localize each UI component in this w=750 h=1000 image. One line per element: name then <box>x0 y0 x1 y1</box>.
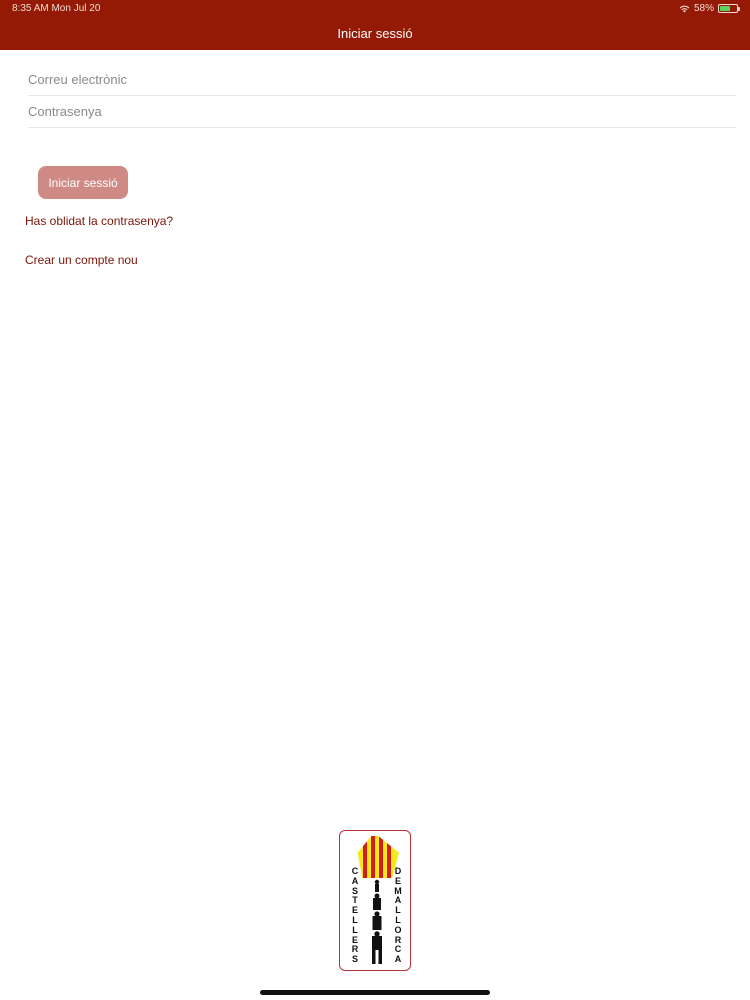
page-title: Iniciar sessió <box>337 26 413 41</box>
create-account-link[interactable]: Crear un compte nou <box>25 253 138 267</box>
logo-text-left: CASTELLERS <box>351 866 359 965</box>
login-button[interactable]: Iniciar sessió <box>38 166 128 199</box>
battery-percent: 58% <box>693 3 714 14</box>
logo-text-right: DEMALLORCA <box>394 866 402 965</box>
status-indicators: 58% <box>679 3 740 14</box>
password-field[interactable] <box>28 96 736 127</box>
castellers-logo: CASTELLERS DEMALLORCA <box>339 830 411 971</box>
email-field[interactable] <box>28 64 736 95</box>
home-indicator[interactable] <box>260 990 490 995</box>
forgot-password-link[interactable]: Has oblidat la contrasenya? <box>25 214 173 228</box>
navigation-bar: 8:35 AM Mon Jul 20 58% Iniciar sessió <box>0 0 750 50</box>
email-field-container <box>28 64 736 96</box>
status-time: 8:35 AM Mon Jul 20 <box>12 3 101 14</box>
human-tower-icon <box>372 879 382 964</box>
password-field-container <box>28 96 736 128</box>
wifi-icon <box>679 5 690 13</box>
battery-icon <box>718 4 740 13</box>
